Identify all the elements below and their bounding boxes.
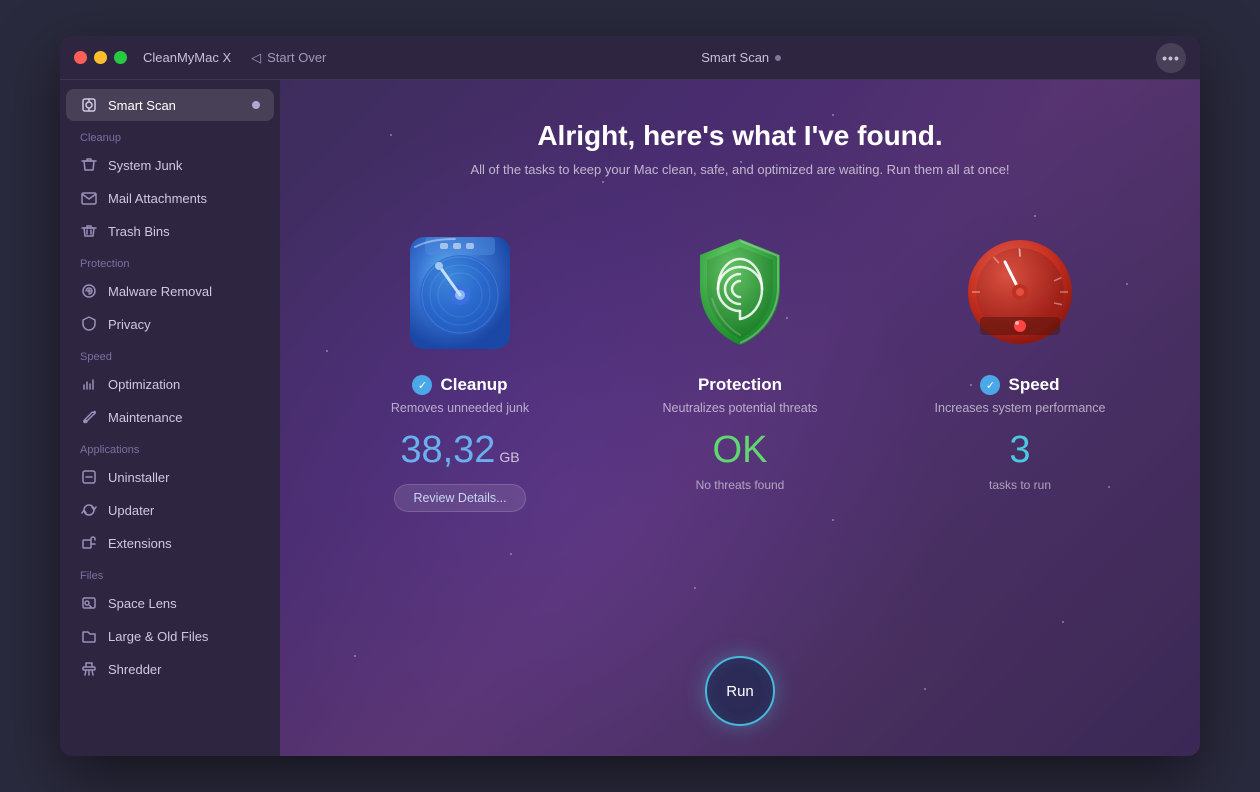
- section-speed-label: Speed: [60, 341, 280, 367]
- back-label: Start Over: [267, 50, 326, 65]
- optimization-label: Optimization: [108, 377, 180, 392]
- traffic-lights: [74, 51, 127, 64]
- sidebar-item-uninstaller[interactable]: Uninstaller: [66, 461, 274, 493]
- run-label: Run: [726, 683, 754, 700]
- sidebar: Smart Scan Cleanup System Junk: [60, 80, 280, 756]
- sidebar-item-extensions[interactable]: Extensions: [66, 527, 274, 559]
- protection-title-row: Protection: [698, 375, 782, 395]
- page-subtitle: All of the tasks to keep your Mac clean,…: [470, 162, 1009, 177]
- section-protection-label: Protection: [60, 248, 280, 274]
- mail-attachments-label: Mail Attachments: [108, 191, 207, 206]
- shredder-label: Shredder: [108, 662, 161, 677]
- cleanup-card: ✓ Cleanup Removes unneeded junk 38,32GB …: [320, 207, 600, 646]
- content-area: Alright, here's what I've found. All of …: [280, 80, 1200, 756]
- cards-container: ✓ Cleanup Removes unneeded junk 38,32GB …: [280, 197, 1200, 656]
- cleanup-card-desc: Removes unneeded junk: [391, 401, 529, 415]
- trash-bins-label: Trash Bins: [108, 224, 170, 239]
- malware-removal-icon: [80, 282, 98, 300]
- sidebar-item-updater[interactable]: Updater: [66, 494, 274, 526]
- smart-scan-icon: [80, 96, 98, 114]
- titlebar: CleanMyMac X ◁ Start Over Smart Scan •••: [60, 36, 1200, 80]
- system-junk-icon: [80, 156, 98, 174]
- protection-icon: [675, 227, 805, 357]
- cleanup-icon: [395, 227, 525, 357]
- protection-card-title: Protection: [698, 375, 782, 395]
- speed-card-desc: Increases system performance: [935, 401, 1106, 415]
- page-title: Alright, here's what I've found.: [470, 120, 1009, 152]
- maintenance-icon: [80, 408, 98, 426]
- sidebar-item-maintenance[interactable]: Maintenance: [66, 401, 274, 433]
- uninstaller-icon: [80, 468, 98, 486]
- sidebar-item-trash-bins[interactable]: Trash Bins: [66, 215, 274, 247]
- current-section-label: Smart Scan: [701, 50, 769, 65]
- sidebar-item-shredder[interactable]: Shredder: [66, 653, 274, 685]
- speed-value: 3: [1009, 429, 1030, 472]
- smart-scan-label: Smart Scan: [108, 98, 176, 113]
- trash-bins-icon: [80, 222, 98, 240]
- app-name: CleanMyMac X: [143, 50, 231, 65]
- section-cleanup-label: Cleanup: [60, 122, 280, 148]
- sidebar-item-malware-removal[interactable]: Malware Removal: [66, 275, 274, 307]
- sidebar-item-space-lens[interactable]: Space Lens: [66, 587, 274, 619]
- privacy-label: Privacy: [108, 317, 151, 332]
- updater-label: Updater: [108, 503, 154, 518]
- titlebar-dot: [775, 55, 781, 61]
- protection-value: OK: [713, 429, 768, 472]
- system-junk-label: System Junk: [108, 158, 182, 173]
- updater-icon: [80, 501, 98, 519]
- protection-sub: No threats found: [696, 478, 785, 492]
- titlebar-center: Smart Scan: [326, 50, 1156, 65]
- optimization-icon: [80, 375, 98, 393]
- speed-sub: tasks to run: [989, 478, 1051, 492]
- cleanup-value: 38,32GB: [400, 429, 519, 472]
- run-button[interactable]: Run: [705, 656, 775, 726]
- active-indicator: [252, 101, 260, 109]
- large-old-files-icon: [80, 627, 98, 645]
- shredder-icon: [80, 660, 98, 678]
- space-lens-icon: [80, 594, 98, 612]
- section-applications-label: Applications: [60, 434, 280, 460]
- maximize-button[interactable]: [114, 51, 127, 64]
- sidebar-item-large-old-files[interactable]: Large & Old Files: [66, 620, 274, 652]
- extensions-icon: [80, 534, 98, 552]
- speed-card: ✓ Speed Increases system performance 3 t…: [880, 207, 1160, 646]
- run-button-container: Run: [705, 656, 775, 726]
- sidebar-item-system-junk[interactable]: System Junk: [66, 149, 274, 181]
- main-content: Smart Scan Cleanup System Junk: [60, 80, 1200, 756]
- malware-removal-label: Malware Removal: [108, 284, 212, 299]
- main-window: CleanMyMac X ◁ Start Over Smart Scan •••: [60, 36, 1200, 756]
- speed-card-title: Speed: [1008, 375, 1059, 395]
- speed-icon: [955, 227, 1085, 357]
- cleanup-check-icon: ✓: [412, 375, 432, 395]
- more-icon: •••: [1162, 50, 1180, 66]
- speed-check-icon: ✓: [980, 375, 1000, 395]
- back-arrow-icon: ◁: [251, 50, 261, 66]
- uninstaller-label: Uninstaller: [108, 470, 169, 485]
- privacy-icon: [80, 315, 98, 333]
- speed-title-row: ✓ Speed: [980, 375, 1059, 395]
- cleanup-card-title: Cleanup: [440, 375, 507, 395]
- sidebar-item-mail-attachments[interactable]: Mail Attachments: [66, 182, 274, 214]
- review-details-button[interactable]: Review Details...: [394, 484, 525, 512]
- content-header: Alright, here's what I've found. All of …: [450, 80, 1029, 197]
- cleanup-title-row: ✓ Cleanup: [412, 375, 507, 395]
- minimize-button[interactable]: [94, 51, 107, 64]
- mail-attachments-icon: [80, 189, 98, 207]
- extensions-label: Extensions: [108, 536, 172, 551]
- large-old-files-label: Large & Old Files: [108, 629, 208, 644]
- protection-card-desc: Neutralizes potential threats: [663, 401, 818, 415]
- close-button[interactable]: [74, 51, 87, 64]
- cleanup-unit: GB: [499, 449, 519, 465]
- more-options-button[interactable]: •••: [1156, 43, 1186, 73]
- sidebar-item-optimization[interactable]: Optimization: [66, 368, 274, 400]
- back-nav[interactable]: ◁ Start Over: [251, 50, 326, 66]
- sidebar-item-privacy[interactable]: Privacy: [66, 308, 274, 340]
- sidebar-item-smart-scan[interactable]: Smart Scan: [66, 89, 274, 121]
- space-lens-label: Space Lens: [108, 596, 177, 611]
- section-files-label: Files: [60, 560, 280, 586]
- maintenance-label: Maintenance: [108, 410, 182, 425]
- protection-card: Protection Neutralizes potential threats…: [600, 207, 880, 646]
